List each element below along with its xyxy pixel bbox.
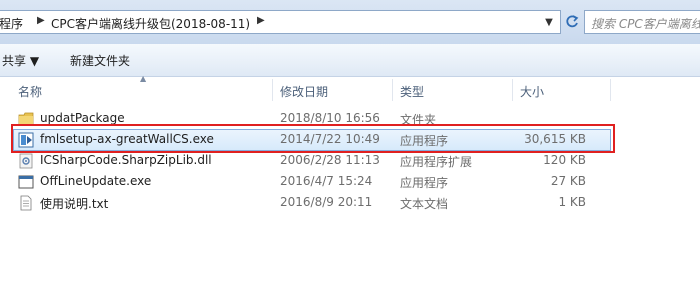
installer-icon xyxy=(18,132,34,148)
column-divider[interactable] xyxy=(392,79,393,101)
file-size: 120 KB xyxy=(543,153,586,167)
column-header-type[interactable]: 类型 xyxy=(400,83,424,100)
breadcrumb-separator-icon[interactable]: ▶ xyxy=(257,15,265,26)
file-row-selected[interactable]: fmlsetup-ax-greatWallCS.exe 2014/7/22 10… xyxy=(13,129,611,151)
search-placeholder-text: 搜索 CPC客户端离线... xyxy=(591,17,700,31)
address-bar-region: 程序 ▶ CPC客户端离线升级包(2018-08-11) ▶ ▼ 搜索 CPC客… xyxy=(0,0,700,44)
file-type: 应用程序 xyxy=(400,134,449,148)
text-file-icon xyxy=(20,195,32,211)
share-menu-button[interactable]: 共享 ▼ xyxy=(2,52,39,69)
file-row[interactable]: updatPackage 2018/8/10 16:56 文件夹 xyxy=(14,109,610,129)
file-type: 应用程序扩展 xyxy=(400,155,473,169)
column-header-name[interactable]: 名称 xyxy=(18,83,42,100)
file-type: 文件夹 xyxy=(400,113,437,127)
column-divider[interactable] xyxy=(610,79,611,101)
file-modified: 2014/7/22 10:49 xyxy=(280,132,380,146)
breadcrumb-item-parent[interactable]: 程序 xyxy=(0,15,23,32)
file-name: updatPackage xyxy=(40,111,125,125)
file-modified: 2018/8/10 16:56 xyxy=(280,111,380,125)
file-row[interactable]: ICSharpCode.SharpZipLib.dll 2006/2/28 11… xyxy=(14,151,610,171)
file-row[interactable]: 使用说明.txt 2016/8/9 20:11 文本文档 1 KB xyxy=(14,193,610,213)
column-header-size[interactable]: 大小 xyxy=(520,83,544,100)
refresh-button[interactable] xyxy=(562,10,582,34)
sort-ascending-icon: ▲ xyxy=(140,74,147,83)
file-type: 应用程序 xyxy=(400,176,449,190)
file-modified: 2016/8/9 20:11 xyxy=(280,195,373,209)
file-modified: 2016/4/7 15:24 xyxy=(280,174,373,188)
folder-icon xyxy=(18,112,34,126)
column-divider[interactable] xyxy=(512,79,513,101)
file-size: 27 KB xyxy=(550,174,586,188)
file-name: OffLineUpdate.exe xyxy=(40,174,152,188)
refresh-icon xyxy=(566,15,579,28)
column-headers: ▲ 名称 修改日期 类型 大小 xyxy=(0,74,700,103)
command-toolbar: 共享 ▼ 新建文件夹 xyxy=(0,44,700,77)
file-size: 1 KB xyxy=(558,195,586,209)
file-name: 使用说明.txt xyxy=(40,197,109,211)
file-size: 30,615 KB xyxy=(524,132,586,146)
search-input[interactable]: 搜索 CPC客户端离线... xyxy=(584,10,700,34)
address-history-dropdown-icon[interactable]: ▼ xyxy=(537,10,561,34)
dll-icon xyxy=(19,153,33,169)
breadcrumb-item-current[interactable]: CPC客户端离线升级包(2018-08-11) xyxy=(51,15,250,32)
file-type: 文本文档 xyxy=(400,197,449,211)
file-row[interactable]: OffLineUpdate.exe 2016/4/7 15:24 应用程序 27… xyxy=(14,172,610,192)
file-name: ICSharpCode.SharpZipLib.dll xyxy=(40,153,212,167)
address-bar[interactable]: 程序 ▶ CPC客户端离线升级包(2018-08-11) ▶ xyxy=(0,10,561,34)
new-folder-button[interactable]: 新建文件夹 xyxy=(70,52,130,69)
breadcrumb-separator-icon[interactable]: ▶ xyxy=(37,15,45,26)
column-divider[interactable] xyxy=(272,79,273,101)
file-name: fmlsetup-ax-greatWallCS.exe xyxy=(40,132,214,146)
exe-window-icon xyxy=(18,175,34,189)
file-modified: 2006/2/28 11:13 xyxy=(280,153,380,167)
column-header-modified[interactable]: 修改日期 xyxy=(280,83,328,100)
